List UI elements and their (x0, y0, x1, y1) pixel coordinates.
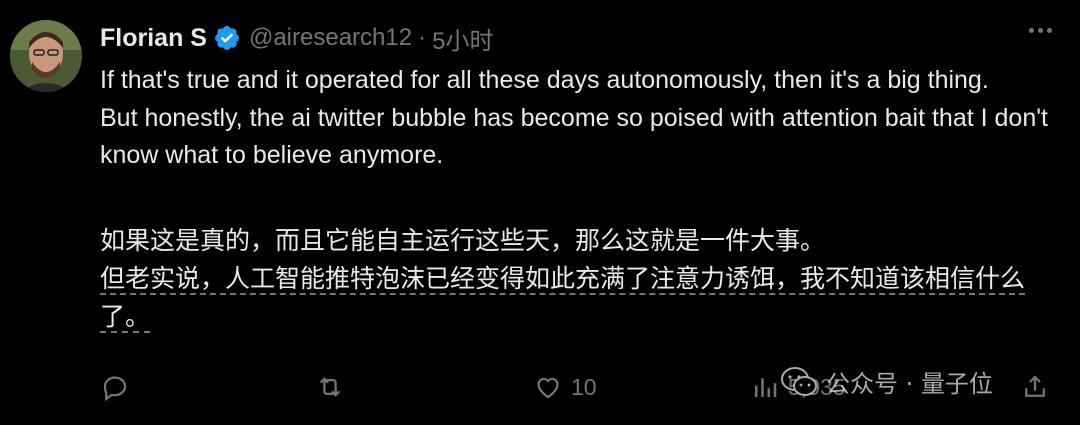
author-name[interactable]: Florian S (100, 24, 207, 53)
like-count: 10 (571, 373, 597, 400)
author-handle[interactable]: @airesearch12 (249, 24, 412, 52)
tweet-timestamp[interactable]: 5小时 (432, 21, 493, 56)
avatar-image (10, 20, 82, 92)
views-icon (755, 378, 777, 397)
watermark: 公众号 · 量子位 (780, 364, 993, 399)
tweet-text-zh: 如果这是真的，而且它能自主运行这些天，那么这就是一件大事。 但老实说，人工智能推… (100, 222, 1060, 336)
tweet-paragraph: But honestly, the ai twitter bubble has … (100, 103, 1048, 170)
reply-button[interactable] (100, 372, 138, 402)
retweet-button[interactable] (315, 372, 353, 402)
reply-icon (103, 376, 127, 402)
avatar[interactable] (10, 20, 82, 92)
like-icon (537, 377, 559, 399)
share-button[interactable] (1020, 372, 1050, 402)
retweet-icon (319, 377, 341, 397)
translation-paragraph: 如果这是真的，而且它能自主运行这些天，那么这就是一件大事。 (100, 226, 826, 255)
tweet-text-en: If that's true and it operated for all t… (100, 62, 1060, 175)
more-icon[interactable] (1029, 28, 1052, 33)
tweet-paragraph: If that's true and it operated for all t… (100, 66, 989, 94)
translation-paragraph: 但老实说，人工智能推特泡沫已经变得如此充满了注意力诱饵，我不知道该相信什么了。 (100, 264, 1026, 333)
header-separator: · (418, 24, 427, 51)
wechat-logo-icon (781, 366, 817, 396)
share-icon (1025, 375, 1045, 397)
tweet-header: Florian S @airesearch12 · 5小时 (100, 20, 493, 56)
verified-badge-icon[interactable] (213, 24, 241, 52)
watermark-text: 公众号 · 量子位 (826, 370, 993, 398)
like-button[interactable]: 10 (533, 372, 597, 402)
